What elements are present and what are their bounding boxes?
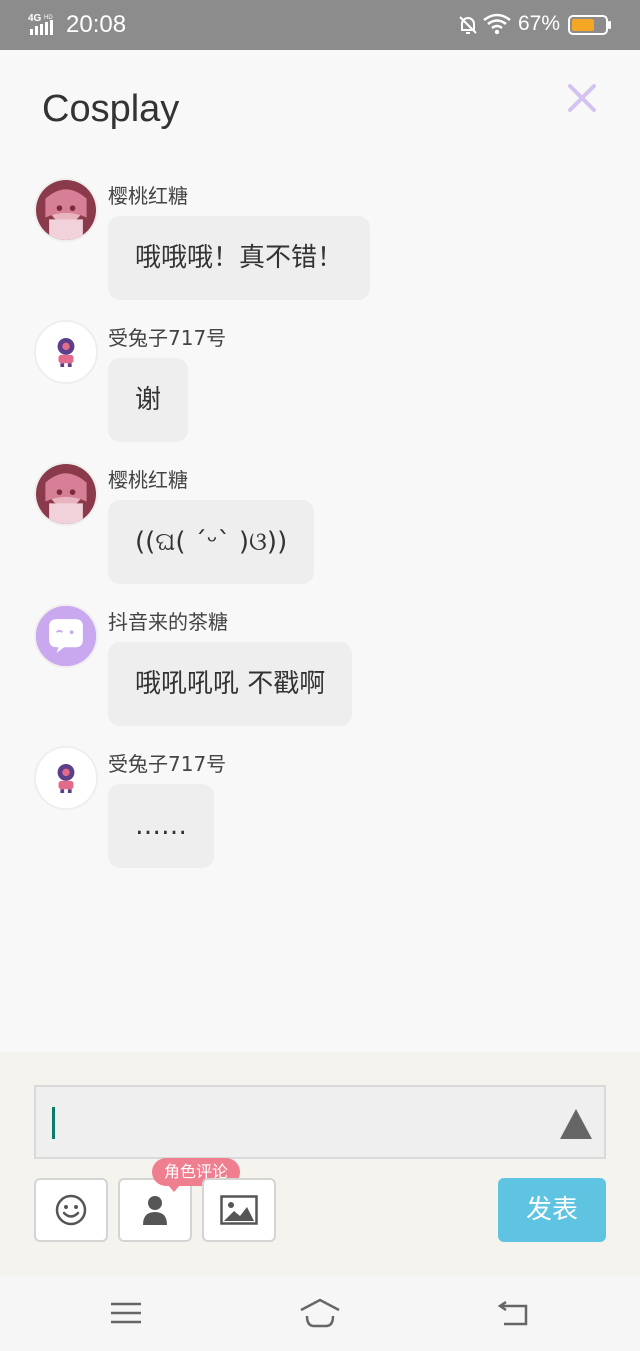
avatar[interactable] (34, 462, 98, 526)
back-icon[interactable] (496, 1296, 532, 1330)
home-icon[interactable] (298, 1296, 342, 1330)
comment-input[interactable] (34, 1085, 606, 1159)
purple-creature-avatar-icon (36, 322, 96, 382)
clock: 20:08 (66, 11, 127, 38)
battery-icon (568, 15, 611, 35)
message-bubble: 哦吼吼吼 不戳啊 (108, 642, 353, 726)
message-bubble: 哦哦哦！真不错！ (108, 216, 371, 300)
username: 抖音来的茶糖 (108, 610, 228, 634)
svg-text:4G: 4G (28, 13, 42, 24)
emoji-button[interactable] (34, 1178, 108, 1242)
avatar[interactable] (34, 320, 98, 384)
message-bubble: …… (108, 784, 214, 868)
image-icon (220, 1195, 258, 1225)
purple-creature-avatar-icon (36, 748, 96, 808)
bell-off-icon (459, 16, 477, 34)
purple-chat-bubble-avatar-icon (36, 606, 96, 666)
message-bubble: ((ଘ( ˊᵕˋ )ଓ)) (108, 500, 315, 584)
status-bar: 4G HD 20:08 67% (0, 0, 640, 50)
username: 樱桃红糖 (108, 184, 188, 208)
text-caret (52, 1107, 55, 1139)
menu-icon[interactable] (108, 1296, 144, 1330)
image-button[interactable] (202, 1178, 276, 1242)
username: 受兔子717号 (108, 752, 227, 776)
close-icon[interactable] (564, 80, 600, 116)
wifi-icon (483, 13, 511, 35)
emoji-icon (55, 1194, 87, 1226)
username: 受兔子717号 (108, 326, 227, 350)
comment-composer: 角色评论 发表 (0, 1052, 640, 1276)
avatar[interactable] (34, 746, 98, 810)
system-nav-bar (0, 1276, 640, 1351)
triangle-up-icon[interactable] (558, 1107, 594, 1141)
page-title: Cosplay (42, 88, 180, 130)
signal-icon: 4G HD (28, 13, 53, 35)
pink-anime-avatar-icon (36, 180, 96, 240)
avatar[interactable] (34, 604, 98, 668)
avatar[interactable] (34, 178, 98, 242)
pink-anime-avatar-icon (36, 464, 96, 524)
person-icon (143, 1196, 167, 1225)
message-bubble: 谢 (108, 358, 189, 442)
role-button[interactable] (118, 1178, 192, 1242)
username: 樱桃红糖 (108, 468, 188, 492)
send-button[interactable]: 发表 (498, 1178, 606, 1242)
battery-percent: 67% (518, 12, 561, 35)
